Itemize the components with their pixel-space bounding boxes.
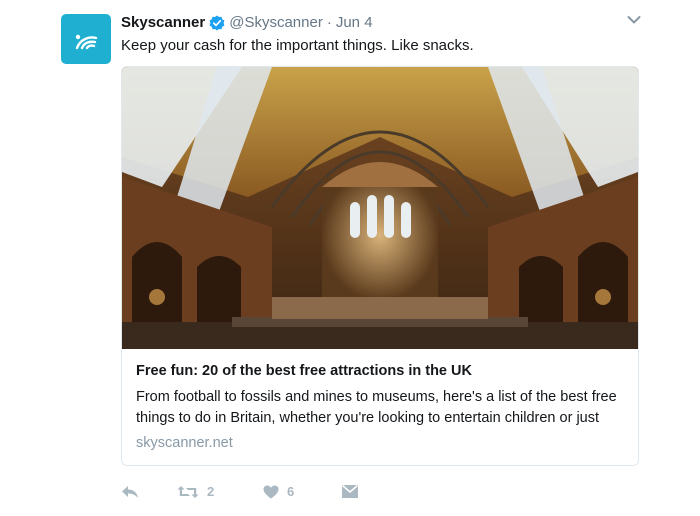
card-domain: skyscanner.net (136, 435, 233, 451)
reply-button[interactable] (121, 485, 177, 499)
like-count: 6 (287, 484, 295, 499)
link-card[interactable]: Free fun: 20 of the best free attraction… (121, 66, 639, 466)
verified-badge-icon (209, 15, 225, 31)
avatar[interactable] (61, 14, 111, 64)
tweet-actions: 2 6 (121, 484, 359, 499)
heart-icon (263, 485, 279, 498)
card-description: From football to fossils and mines to mu… (136, 389, 617, 426)
card-image (122, 67, 638, 349)
card-body: Free fun: 20 of the best free attraction… (122, 349, 638, 453)
tweet-date[interactable]: Jun 4 (336, 13, 373, 33)
separator-dot: · (326, 14, 332, 31)
retweet-icon (177, 485, 199, 498)
chevron-down-icon[interactable] (626, 12, 642, 28)
card-title: Free fun: 20 of the best free attraction… (136, 363, 472, 379)
direct-message-button[interactable] (341, 484, 359, 499)
tweet-header: Skyscanner @Skyscanner · Jun 4 (121, 13, 660, 33)
tweet-text: Keep your cash for the important things.… (121, 37, 474, 54)
author-handle[interactable]: @Skyscanner (229, 13, 323, 33)
reply-icon (122, 485, 138, 498)
author-name[interactable]: Skyscanner (121, 13, 205, 33)
retweet-count: 2 (207, 484, 215, 499)
direct-message-icon (341, 484, 359, 498)
like-button[interactable]: 6 (263, 484, 341, 499)
retweet-button[interactable]: 2 (177, 484, 263, 499)
skyscanner-logo-icon (75, 34, 98, 50)
